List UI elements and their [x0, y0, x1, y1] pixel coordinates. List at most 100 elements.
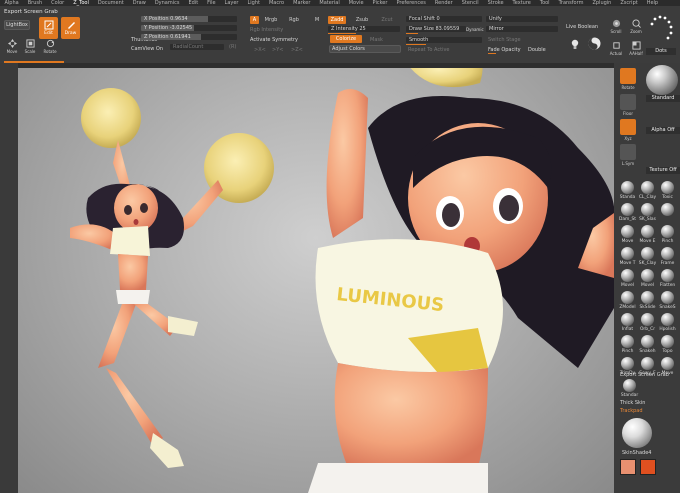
dynamic-button[interactable]: Dynamic — [466, 27, 484, 32]
brush-item[interactable]: Orb_Cr — [638, 313, 657, 332]
brush-item[interactable]: SkSlide — [638, 291, 657, 310]
activate-symmetry-button[interactable]: Activate Symmetry — [250, 37, 298, 43]
double-button[interactable]: Double — [528, 47, 546, 53]
brush-item[interactable]: Standa — [618, 181, 637, 200]
actual-button[interactable]: Actual — [606, 40, 626, 58]
axis-z-button[interactable]: >Z< — [291, 47, 303, 53]
x-position-slider[interactable]: X Position 0.9634 — [141, 16, 237, 22]
smooth-slider[interactable]: Smooth — [406, 37, 482, 43]
skin-shade-material-sphere[interactable] — [622, 418, 652, 448]
y-position-slider[interactable]: Y Position -3.02545 — [141, 25, 237, 31]
brush-item[interactable]: Movel — [638, 269, 657, 288]
smooth-bar — [406, 44, 426, 45]
brush-item[interactable]: Topo — [658, 335, 677, 354]
brush-item[interactable]: ZModel — [618, 291, 637, 310]
zcut-button[interactable]: Zcut — [380, 16, 394, 24]
m-button[interactable]: M — [313, 16, 321, 24]
rgb-intensity-label[interactable]: Rgb Intensity — [250, 27, 283, 33]
aahalf-button[interactable]: AAHalf — [626, 40, 646, 58]
brush-ball-icon — [621, 313, 634, 326]
lightbulb-icon[interactable] — [571, 39, 579, 50]
actual-size-icon — [612, 42, 620, 49]
trackpad-label[interactable]: Trackpad — [620, 408, 643, 414]
switch-stage-button[interactable]: Switch Stage — [488, 37, 521, 43]
brush-ball-icon — [661, 247, 674, 260]
brush-standard-bottom[interactable]: Standar — [620, 379, 639, 398]
rotate-tray-icon — [620, 68, 636, 84]
camview-label[interactable]: CamView On — [131, 46, 163, 52]
live-boolean-button[interactable]: Live Boolean — [566, 24, 598, 30]
mask-button[interactable]: Mask — [370, 37, 383, 43]
export-screen-grab-title[interactable]: Export Screen Grab — [4, 9, 58, 15]
scroll-button[interactable]: Scroll — [606, 18, 626, 36]
brush-ball-icon — [661, 313, 674, 326]
yin-yang-icon[interactable] — [588, 37, 601, 50]
a-button[interactable]: A — [250, 16, 259, 24]
brush-item[interactable]: Pinch — [658, 225, 677, 244]
main-color-swatch[interactable] — [620, 459, 636, 475]
brush-item[interactable]: Frame — [658, 247, 677, 266]
tray-rotate-button[interactable]: Rotate — [618, 67, 638, 93]
tray-xyz-button[interactable]: Xyz — [618, 118, 638, 144]
zoom-button[interactable]: Zoom — [626, 18, 646, 36]
focal-shift-slider[interactable]: Focal Shift 0 — [406, 16, 482, 22]
tray-lsym-button[interactable]: L.Sym — [618, 143, 638, 169]
brush-item[interactable]: Flatten — [658, 269, 677, 288]
colorize-button[interactable]: Colorize — [330, 35, 362, 43]
brush-item[interactable]: Snakeh — [638, 335, 657, 354]
edit-label: Edit — [44, 31, 53, 36]
brush-ball-icon — [623, 379, 636, 392]
dots-label: Dots — [646, 48, 676, 55]
brush-item[interactable]: Inflat — [618, 313, 637, 332]
skin-shade-label[interactable]: SkinShade4 — [622, 450, 651, 456]
scale-tool-button[interactable]: Scale — [21, 38, 39, 56]
brush-item[interactable]: SK_Clay — [638, 247, 657, 266]
brush-item[interactable]: Hpolish — [658, 313, 677, 332]
brush-item[interactable]: Pinch — [618, 335, 637, 354]
mirror-button[interactable]: Mirror — [486, 26, 558, 32]
aahalf-icon — [631, 41, 641, 50]
brush-ball-icon — [661, 203, 674, 216]
brush-item[interactable]: Move E — [638, 225, 657, 244]
material-sphere[interactable] — [646, 65, 678, 95]
dots-brush-preview[interactable]: Dots — [646, 14, 676, 56]
lightbox-button[interactable]: LightBox — [4, 20, 30, 30]
brush-item[interactable]: Move — [618, 225, 637, 244]
brush-item[interactable]: Dam_St — [618, 203, 637, 222]
left-tray — [0, 63, 18, 493]
standard-material-label[interactable]: Standard — [646, 95, 680, 102]
export-screen-grab-tray-button[interactable]: Export Screen Grab — [620, 372, 669, 378]
brush-item[interactable]: SnakeS — [658, 291, 677, 310]
axis-y-button[interactable]: >Y< — [272, 47, 283, 53]
repeat-to-active-button[interactable]: Repeat To Active — [408, 47, 450, 53]
rgb-button[interactable]: Rgb — [287, 16, 301, 24]
tray-floor-button[interactable]: Floor — [618, 93, 638, 119]
adjust-colors-button[interactable]: Adjust Colors — [329, 45, 401, 53]
mrgb-button[interactable]: Mrgb — [262, 16, 280, 24]
zsub-button[interactable]: Zsub — [354, 16, 370, 24]
radial-count-slider[interactable]: RadialCount — [170, 44, 224, 50]
z-intensity-slider[interactable]: Z Intensity 25 — [328, 26, 400, 32]
zadd-button[interactable]: Zadd — [328, 16, 346, 24]
alpha-off-label[interactable]: Alpha Off — [646, 127, 680, 134]
brush-item[interactable] — [658, 203, 677, 217]
brush-item[interactable]: Move T — [618, 247, 637, 266]
viewport-canvas[interactable]: LUMINOUS — [18, 68, 614, 493]
z-position-slider[interactable]: Z Position 0.61941 — [141, 34, 237, 40]
unify-button[interactable]: Unify — [486, 16, 558, 22]
secondary-color-swatch[interactable] — [640, 459, 656, 475]
brush-item[interactable]: CL_Clay — [638, 181, 657, 200]
draw-mode-button[interactable]: Draw — [61, 17, 80, 39]
brush-item[interactable]: SK_Slas — [638, 203, 657, 222]
texture-off-label[interactable]: Texture Off — [646, 167, 680, 174]
rotate-tool-button[interactable]: Rotate — [41, 38, 59, 56]
brush-ball-icon — [621, 181, 634, 194]
edit-icon — [44, 20, 53, 30]
axis-x-button[interactable]: >X< — [254, 47, 266, 53]
thick-skin-label[interactable]: Thick Skin — [620, 400, 645, 406]
draw-size-slider[interactable]: Draw Size 83.09559 — [406, 26, 466, 32]
brush-item[interactable]: Toxic — [658, 181, 677, 200]
edit-mode-button[interactable]: Edit — [39, 17, 58, 39]
brush-item[interactable]: Movel — [618, 269, 637, 288]
move-tool-button[interactable]: Move — [3, 38, 21, 56]
